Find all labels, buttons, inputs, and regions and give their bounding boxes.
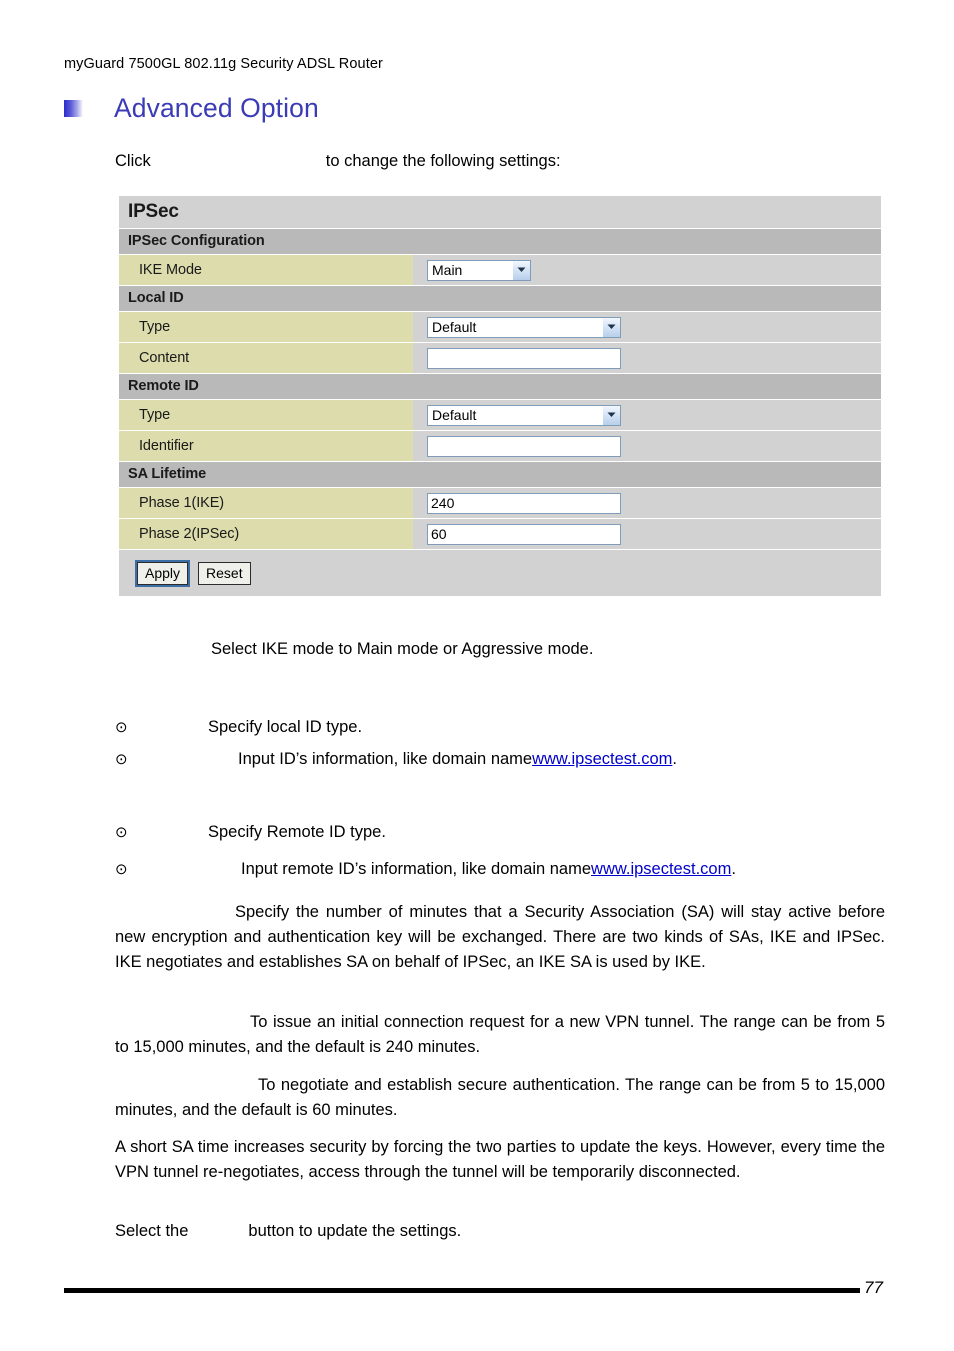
bullet-text: Input ID’s information, like domain name <box>238 750 533 768</box>
intro-line: Click to change the following settings: <box>115 152 561 171</box>
reset-button[interactable]: Reset <box>198 561 251 585</box>
ike-mode-select-value: Main <box>432 261 463 278</box>
bullet-text: Input remote ID’s information, like doma… <box>241 860 592 878</box>
phase-1-ike-input[interactable]: 240 <box>427 492 621 514</box>
section-header-remote-id: Remote ID <box>119 373 881 399</box>
ipsec-panel: IPSec IPSec Configuration IKE Mode Main … <box>118 195 882 597</box>
label-local-id-type: Type <box>119 312 413 342</box>
ike-mode-select[interactable]: Main <box>427 259 531 281</box>
remote-id-identifier-input[interactable] <box>427 435 621 457</box>
label-phase-1-ike: Phase 1(IKE) <box>119 488 413 518</box>
paragraph-sa-lifetime: Specify the number of minutes that a Sec… <box>115 900 885 975</box>
field-row-phase-2-ipsec: Phase 2(IPSec) 60 <box>119 518 881 549</box>
bullet-text-tail: . <box>672 750 677 768</box>
chevron-down-icon <box>602 405 620 425</box>
paragraph-short-sa-time: A short SA time increases security by fo… <box>115 1135 885 1185</box>
section-header-sa-lifetime: SA Lifetime <box>119 461 881 487</box>
field-row-phase-1-ike: Phase 1(IKE) 240 <box>119 487 881 518</box>
paragraph-text: To negotiate and establish secure authen… <box>115 1076 885 1119</box>
select-button-line: Select the button to update the settings. <box>115 1222 461 1241</box>
bullet-text: Specify local ID type. <box>208 718 363 736</box>
bullet-remote-id-identifier: ⊙ Input remote ID’s information, like do… <box>115 860 736 879</box>
circled-dot-bullet-icon: ⊙ <box>115 861 128 878</box>
circled-dot-bullet-icon: ⊙ <box>115 751 128 768</box>
panel-button-row: Apply Reset <box>119 549 881 596</box>
phase-2-ipsec-input[interactable]: 60 <box>427 523 621 545</box>
intro-after: to change the following settings: <box>325 152 561 170</box>
label-remote-id-identifier: Identifier <box>119 431 413 461</box>
bullet-remote-id-type: ⊙ Specify Remote ID type. <box>115 823 386 842</box>
paragraph-phase-2: To negotiate and establish secure authen… <box>115 1073 885 1123</box>
label-local-id-content: Content <box>119 343 413 373</box>
running-header: myGuard 7500GL 802.11g Security ADSL Rou… <box>64 56 383 72</box>
field-row-local-id-type: Type Default <box>119 311 881 342</box>
footer-rule <box>64 1288 860 1293</box>
field-row-remote-id-type: Type Default <box>119 399 881 430</box>
field-row-local-id-content: Content <box>119 342 881 373</box>
control-cell-remote-id-type: Default <box>413 400 881 430</box>
control-cell-remote-id-identifier <box>413 431 881 461</box>
gradient-square-bullet-icon <box>64 100 83 117</box>
section-header-ipsec-configuration: IPSec Configuration <box>119 228 881 254</box>
control-cell-local-id-content <box>413 343 881 373</box>
ike-mode-caption: Select IKE mode to Main mode or Aggressi… <box>211 640 594 658</box>
bullet-local-id-content: ⊙ Input ID’s information, like domain na… <box>115 750 677 769</box>
control-cell-local-id-type: Default <box>413 312 881 342</box>
page-number: 77 <box>864 1278 883 1297</box>
bullet-text-tail: . <box>731 860 736 878</box>
label-ike-mode: IKE Mode <box>119 255 413 285</box>
control-cell-phase-1-ike: 240 <box>413 488 881 518</box>
label-phase-2-ipsec: Phase 2(IPSec) <box>119 519 413 549</box>
chevron-down-icon <box>512 260 530 280</box>
ipsectest-link[interactable]: www.ipsectest.com <box>532 750 672 769</box>
page-heading: Advanced Option <box>64 93 319 124</box>
select-line-before: Select the <box>115 1222 189 1240</box>
ipsectest-link[interactable]: www.ipsectest.com <box>591 860 731 879</box>
label-remote-id-type: Type <box>119 400 413 430</box>
field-row-ike-mode: IKE Mode Main <box>119 254 881 285</box>
paragraph-text: To issue an initial connection request f… <box>115 1013 885 1056</box>
apply-button[interactable]: Apply <box>134 559 191 587</box>
remote-id-type-select[interactable]: Default <box>427 404 621 426</box>
section-header-local-id: Local ID <box>119 285 881 311</box>
local-id-content-input[interactable] <box>427 347 621 369</box>
paragraph-text: A short SA time increases security by fo… <box>115 1138 885 1181</box>
field-row-remote-id-identifier: Identifier <box>119 430 881 461</box>
bullet-local-id-type: ⊙ Specify local ID type. <box>115 718 362 737</box>
local-id-type-select-value: Default <box>432 318 477 335</box>
panel-title: IPSec <box>119 196 881 228</box>
select-line-after: button to update the settings. <box>248 1222 462 1240</box>
intro-before: Click <box>115 152 151 170</box>
control-cell-phase-2-ipsec: 60 <box>413 519 881 549</box>
paragraph-text: Specify the number of minutes that a Sec… <box>115 903 885 971</box>
page-title: Advanced Option <box>114 93 319 123</box>
chevron-down-icon <box>602 317 620 337</box>
circled-dot-bullet-icon: ⊙ <box>115 824 128 841</box>
bullet-text: Specify Remote ID type. <box>208 823 386 841</box>
remote-id-type-select-value: Default <box>432 406 477 423</box>
control-cell-ike-mode: Main <box>413 255 881 285</box>
local-id-type-select[interactable]: Default <box>427 316 621 338</box>
paragraph-phase-1: To issue an initial connection request f… <box>115 1010 885 1060</box>
circled-dot-bullet-icon: ⊙ <box>115 719 128 736</box>
